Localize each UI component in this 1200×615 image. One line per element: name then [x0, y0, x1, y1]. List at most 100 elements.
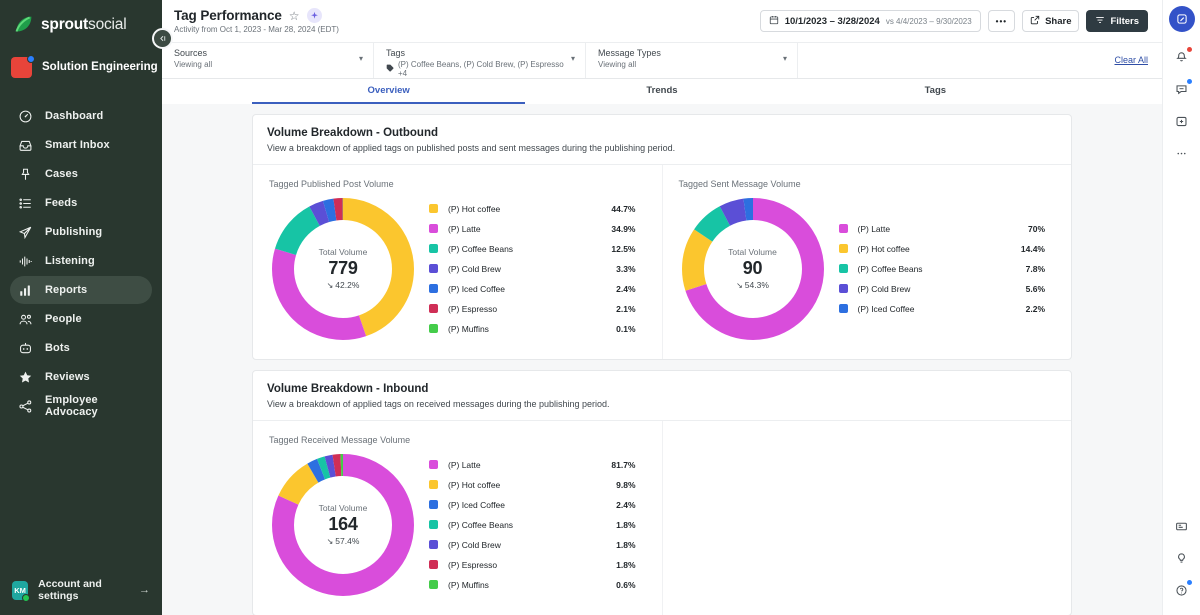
share-button[interactable]: Share: [1022, 10, 1079, 32]
whats-new-icon[interactable]: [1169, 513, 1195, 539]
sidebar-item-bots[interactable]: Bots: [10, 334, 152, 362]
chart-panel: Tagged Published Post VolumeTotal Volume…: [253, 165, 662, 359]
legend-row[interactable]: (P) Cold Brew3.3%: [429, 259, 648, 279]
legend-value: 81.7%: [611, 460, 647, 470]
legend-row[interactable]: (P) Cold Brew5.6%: [839, 279, 1058, 299]
org-switcher[interactable]: Solution Engineering: [0, 46, 162, 88]
star-outline-icon[interactable]: ☆: [289, 10, 300, 22]
chevron-down-icon[interactable]: ▾: [571, 54, 575, 63]
ai-sparkle-icon[interactable]: [307, 8, 322, 23]
legend-row[interactable]: (P) Coffee Beans1.8%: [429, 515, 648, 535]
sidebar-item-people[interactable]: People: [10, 305, 152, 333]
date-range-picker[interactable]: 10/1/2023 – 3/28/2024 vs 4/4/2023 – 9/30…: [760, 10, 981, 32]
sidebar-item-feeds[interactable]: Feeds: [10, 189, 152, 217]
legend-row[interactable]: (P) Latte70%: [839, 219, 1058, 239]
filter-value: Viewing all: [174, 60, 212, 69]
legend-row[interactable]: (P) Iced Coffee2.4%: [429, 495, 648, 515]
legend-swatch: [429, 460, 438, 469]
sidebar-nav: DashboardSmart Inbox Cases FeedsPublishing…: [0, 102, 162, 420]
filter-value: Viewing all: [598, 60, 636, 69]
delta-value: 57.4%: [335, 536, 359, 546]
legend-swatch: [429, 500, 438, 509]
legend-label: (P) Hot coffee: [448, 204, 500, 214]
account-and-settings[interactable]: KM Account and settings →: [0, 575, 162, 605]
brand-text: sproutsocial: [41, 16, 126, 34]
report-scroll-area[interactable]: Volume Breakdown - OutboundView a breakd…: [162, 104, 1162, 615]
sidebar-item-smart-inbox[interactable]: Smart Inbox: [10, 131, 152, 159]
legend-row[interactable]: (P) Hot coffee9.8%: [429, 475, 648, 495]
legend-swatch: [839, 224, 848, 233]
trend-down-icon: ↘: [736, 281, 743, 290]
legend-value: 1.8%: [616, 560, 647, 570]
filter-icon: [1095, 15, 1105, 28]
legend-row[interactable]: (P) Espresso2.1%: [429, 299, 648, 319]
legend-swatch: [429, 560, 438, 569]
tab-trends[interactable]: Trends: [525, 79, 798, 104]
legend-row[interactable]: (P) Iced Coffee2.2%: [839, 299, 1058, 319]
chevron-down-icon[interactable]: ▾: [359, 54, 363, 63]
legend-row[interactable]: (P) Coffee Beans12.5%: [429, 239, 648, 259]
legend-row[interactable]: (P) Hot coffee44.7%: [429, 199, 648, 219]
tab-label: Trends: [646, 85, 677, 96]
sidebar-item-employee-advocacy[interactable]: Employee Advocacy: [10, 392, 152, 420]
legend-value: 1.8%: [616, 520, 647, 530]
ideas-bulb-icon[interactable]: [1169, 545, 1195, 571]
legend-row[interactable]: (P) Coffee Beans7.8%: [839, 259, 1058, 279]
filter-message-types[interactable]: Message TypesViewing all▾: [586, 43, 798, 78]
legend-value: 0.6%: [616, 580, 647, 590]
messages-icon[interactable]: [1169, 76, 1195, 102]
sidebar-item-reviews[interactable]: Reviews: [10, 363, 152, 391]
legend-row[interactable]: (P) Espresso1.8%: [429, 555, 648, 575]
page-subtitle: Activity from Oct 1, 2023 - Mar 28, 2024…: [174, 25, 339, 34]
legend-row[interactable]: (P) Hot coffee14.4%: [839, 239, 1058, 259]
sidebar-item-publishing[interactable]: Publishing: [10, 218, 152, 246]
calendar-icon: [769, 12, 779, 30]
legend-row[interactable]: (P) Latte81.7%: [429, 455, 648, 475]
sidebar-item-label: People: [45, 313, 82, 325]
legend-row[interactable]: (P) Muffins0.1%: [429, 319, 648, 339]
filters-button[interactable]: Filters: [1086, 10, 1148, 32]
more-icon[interactable]: [1169, 140, 1195, 166]
donut-center: Total Volume164↘57.4%: [267, 449, 419, 601]
legend-row[interactable]: (P) Iced Coffee2.4%: [429, 279, 648, 299]
page-title: Tag Performance: [174, 8, 282, 23]
sidebar-item-listening[interactable]: Listening: [10, 247, 152, 275]
delta-value: 54.3%: [745, 280, 769, 290]
chevron-down-icon[interactable]: ▾: [783, 54, 787, 63]
donut-wrapper: Total Volume164↘57.4%: [267, 449, 419, 601]
filter-sources[interactable]: SourcesViewing all▾: [162, 43, 374, 78]
legend-label: (P) Cold Brew: [858, 284, 911, 294]
brand[interactable]: sproutsocial: [0, 0, 162, 38]
help-icon[interactable]: [1169, 577, 1195, 603]
sidebar-item-dashboard[interactable]: Dashboard: [10, 102, 152, 130]
legend-value: 14.4%: [1021, 244, 1057, 254]
tab-tags[interactable]: Tags: [799, 79, 1072, 104]
filter-tags[interactable]: Tags(P) Coffee Beans, (P) Cold Brew, (P)…: [374, 43, 586, 78]
legend-row[interactable]: (P) Cold Brew1.8%: [429, 535, 648, 555]
sprout-leaf-icon: [13, 14, 34, 35]
legend-label: (P) Latte: [448, 224, 481, 234]
tab-overview[interactable]: Overview: [252, 79, 525, 104]
legend-row[interactable]: (P) Muffins0.6%: [429, 575, 648, 595]
compose-icon[interactable]: [1169, 6, 1195, 32]
clear-all-link[interactable]: Clear All: [1114, 55, 1162, 65]
collapse-nav-button[interactable]: [152, 28, 173, 49]
legend-row[interactable]: (P) Latte34.9%: [429, 219, 648, 239]
sidebar-item-cases[interactable]: Cases: [10, 160, 152, 188]
total-volume-delta: ↘54.3%: [736, 280, 769, 290]
pin-icon: [18, 167, 33, 182]
add-widget-icon[interactable]: [1169, 108, 1195, 134]
filter-value-row: Viewing all: [598, 60, 785, 69]
legend-value: 7.8%: [1026, 264, 1057, 274]
more-options-button[interactable]: •••: [988, 10, 1015, 32]
legend-swatch: [429, 224, 438, 233]
brand-name-bold: sprout: [41, 16, 88, 33]
star-badge-icon: [18, 370, 33, 385]
sidebar-item-label: Cases: [45, 168, 78, 180]
legend-swatch: [429, 304, 438, 313]
filter-bar: SourcesViewing all▾Tags(P) Coffee Beans,…: [162, 43, 1162, 79]
sidebar-item-reports[interactable]: Reports: [10, 276, 152, 304]
legend-swatch: [839, 284, 848, 293]
notifications-icon[interactable]: [1169, 44, 1195, 70]
dashboard-icon: [18, 109, 33, 124]
